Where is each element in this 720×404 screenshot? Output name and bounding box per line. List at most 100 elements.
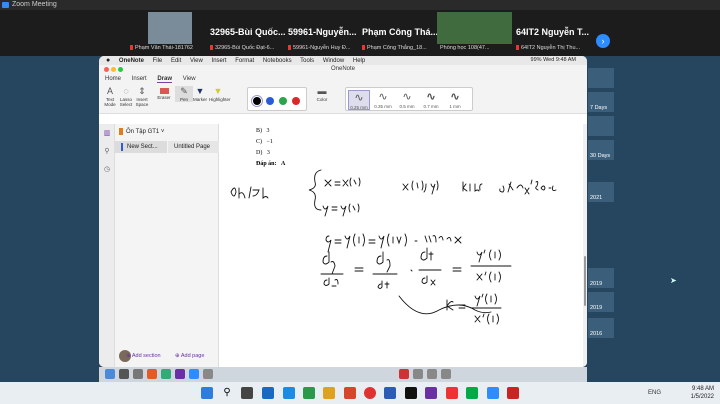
menu-item[interactable]: OneNote xyxy=(119,58,144,64)
system-clock[interactable]: 9:48 AM 1/5/2022 xyxy=(691,385,714,401)
desktop-icon[interactable]: 7 Days xyxy=(588,92,614,112)
search-icon[interactable]: ⚲ xyxy=(103,148,111,156)
color-blue[interactable] xyxy=(266,97,274,105)
highlighter-icon: ▼ xyxy=(213,86,223,96)
app-icon[interactable] xyxy=(413,369,423,379)
tab-insert[interactable]: Insert xyxy=(132,76,147,82)
notebooks-icon[interactable]: ▥ xyxy=(103,130,111,138)
zoom-window-icon[interactable] xyxy=(118,67,123,72)
vertical-scrollbar[interactable] xyxy=(583,124,587,367)
cursor-icon: ➤ xyxy=(670,276,677,285)
desktop-icon[interactable]: 2019 xyxy=(588,268,614,288)
app-icon[interactable] xyxy=(189,369,199,379)
app-icon[interactable] xyxy=(466,387,478,399)
app-icon[interactable] xyxy=(399,369,409,379)
text-icon: A xyxy=(106,86,113,96)
next-participants-button[interactable]: › xyxy=(596,34,610,48)
zoom-titlebar: Zoom Meeting xyxy=(0,0,720,10)
apple-icon[interactable]: ● xyxy=(106,57,110,64)
app-icon[interactable] xyxy=(427,369,437,379)
note-canvas[interactable]: B) 3 C) −1 D) 3 Đáp án: A xyxy=(219,124,587,367)
eraser-button[interactable]: Eraser xyxy=(155,86,173,100)
highlighter-button[interactable]: ▼ Highlighter xyxy=(209,86,231,102)
thickness-option[interactable]: ∿ 0.25 mm xyxy=(348,90,370,110)
tab-view[interactable]: View xyxy=(183,76,196,82)
tab-draw[interactable]: Draw xyxy=(157,76,173,83)
desktop-icon[interactable]: 2021 xyxy=(588,182,614,202)
menu-item[interactable]: File xyxy=(153,58,163,64)
menu-item[interactable]: Insert xyxy=(212,58,227,64)
menu-item[interactable]: Window xyxy=(323,58,344,64)
tab-home[interactable]: Home xyxy=(105,76,121,82)
minimize-icon[interactable] xyxy=(111,67,116,72)
notebook-picker[interactable]: Ôn Tập GT1 ˅ xyxy=(119,128,164,135)
explorer-icon[interactable] xyxy=(323,387,335,399)
edge-icon[interactable] xyxy=(283,387,295,399)
scrollbar-thumb[interactable] xyxy=(584,256,586,306)
custom-color-button[interactable]: ▬ Color xyxy=(311,86,333,102)
menu-item[interactable]: Format xyxy=(235,58,254,64)
app-icon[interactable] xyxy=(203,369,213,379)
notebook-icon xyxy=(119,128,123,135)
recent-icon[interactable]: ◷ xyxy=(103,166,111,174)
input-language[interactable]: ENG xyxy=(648,390,661,396)
onenote-window: ● OneNote File Edit View Insert Format N… xyxy=(99,56,587,367)
insert-space-button[interactable]: ⇕ Insert Space xyxy=(133,86,151,107)
zoom-title: Zoom Meeting xyxy=(12,1,57,8)
participant-video[interactable] xyxy=(437,12,512,44)
menu-item[interactable]: Help xyxy=(353,58,365,64)
thickness-option[interactable]: ∿ 0.7 mm xyxy=(420,90,442,110)
app-icon[interactable] xyxy=(133,369,143,379)
color-black[interactable] xyxy=(251,95,263,107)
desktop-icon[interactable] xyxy=(588,116,614,136)
desktop-icon[interactable] xyxy=(588,68,614,88)
handwriting-ink xyxy=(230,169,557,325)
app-icon[interactable] xyxy=(262,387,274,399)
chrome-icon[interactable] xyxy=(364,387,376,399)
close-icon[interactable] xyxy=(104,67,109,72)
pen-color-palette xyxy=(247,87,307,111)
word-icon[interactable] xyxy=(384,387,396,399)
nav-rail: ▥ ⚲ ◷ xyxy=(99,124,115,367)
marker-button[interactable]: ▼ Marker xyxy=(191,86,209,102)
menu-item[interactable]: Tools xyxy=(300,58,314,64)
powerpoint-icon[interactable] xyxy=(344,387,356,399)
app-icon[interactable] xyxy=(446,387,458,399)
add-section-button[interactable]: ⊕ Add section xyxy=(126,353,161,359)
mac-status: 99% Wed 9:48 AM xyxy=(530,57,576,63)
menu-item[interactable]: View xyxy=(190,58,203,64)
color-red[interactable] xyxy=(292,97,300,105)
desktop-icon[interactable]: 2019 xyxy=(588,292,614,312)
desktop-icon[interactable]: 2016 xyxy=(588,318,614,338)
windows-start-icon[interactable] xyxy=(201,387,213,399)
thickness-option[interactable]: ∿ 1 mm xyxy=(444,90,466,110)
app-icon[interactable] xyxy=(441,369,451,379)
zoom-taskbar-icon[interactable] xyxy=(487,387,499,399)
participant-video[interactable] xyxy=(148,12,192,44)
onenote-icon[interactable] xyxy=(425,387,437,399)
excel-icon[interactable] xyxy=(303,387,315,399)
app-icon[interactable] xyxy=(105,369,115,379)
windows-taskbar: ⚲ ENG 9:48 AM 1/5/2022 xyxy=(0,382,720,404)
draw-ribbon: A Text Mode ◌ Lasso Select ⇕ Insert Space E… xyxy=(99,84,587,114)
thickness-option[interactable]: ∿ 0.5 mm xyxy=(396,90,418,110)
page-item[interactable]: Untitled Page xyxy=(168,141,219,153)
app-icon[interactable] xyxy=(405,387,417,399)
section-item[interactable]: New Sect... xyxy=(115,141,167,153)
app-icon[interactable] xyxy=(147,369,157,379)
add-page-button[interactable]: ⊕ Add page xyxy=(175,353,204,359)
app-icon[interactable] xyxy=(175,369,185,379)
desktop-icon[interactable]: 30 Days xyxy=(588,140,614,160)
menu-item[interactable]: Notebooks xyxy=(263,58,292,64)
thickness-option[interactable]: ∿ 0.35 mm xyxy=(372,90,394,110)
search-icon[interactable]: ⚲ xyxy=(221,387,233,399)
app-icon[interactable] xyxy=(119,369,129,379)
thickness-palette: ∿ 0.25 mm ∿ 0.35 mm ∿ 0.5 mm ∿ 0.7 mm ∿ 1 mm xyxy=(345,87,473,111)
menu-item[interactable]: Edit xyxy=(171,58,181,64)
window-title: OneNote xyxy=(330,66,355,72)
app-icon[interactable] xyxy=(507,387,519,399)
task-view-icon[interactable] xyxy=(241,387,253,399)
app-icon[interactable] xyxy=(161,369,171,379)
color-green[interactable] xyxy=(279,97,287,105)
lasso-icon: ◌ xyxy=(123,86,129,96)
